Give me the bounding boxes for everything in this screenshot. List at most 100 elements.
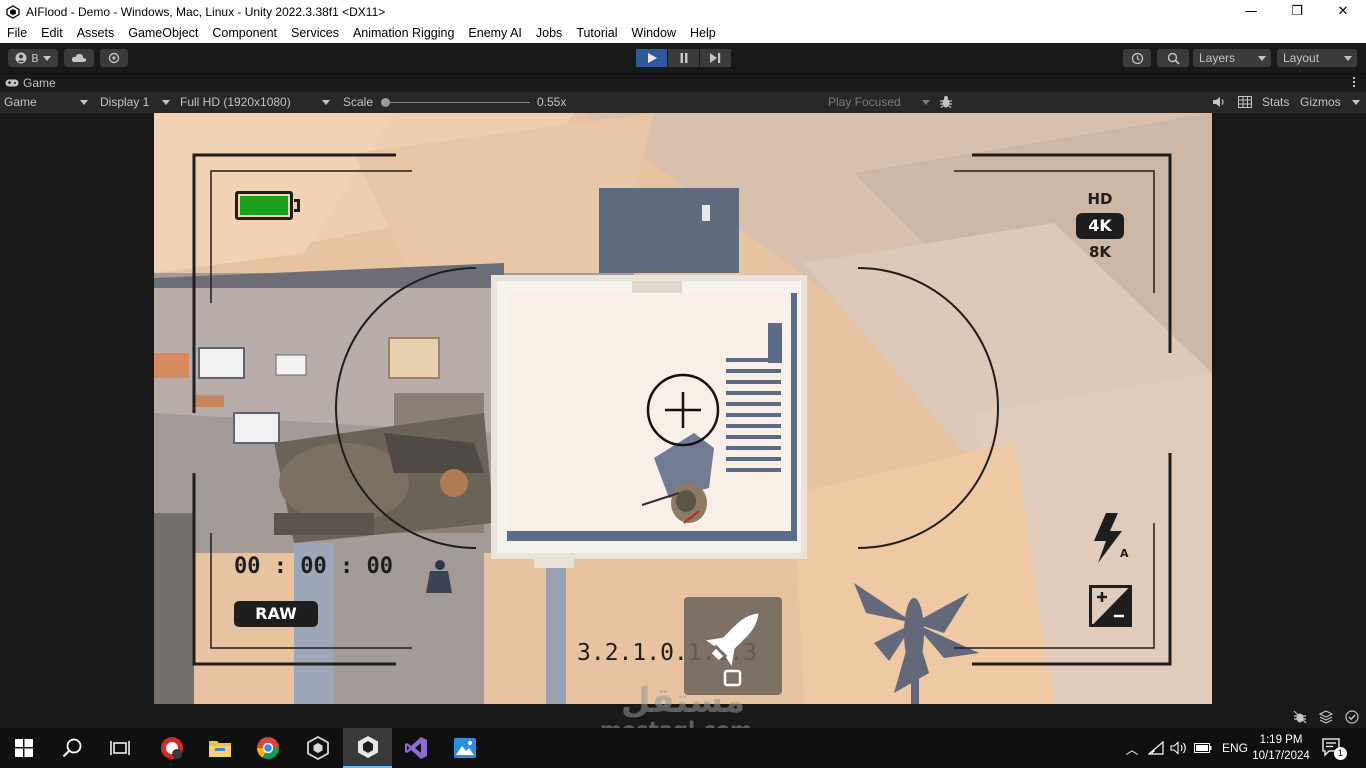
tab-game-label: Game bbox=[23, 76, 56, 90]
taskbar-app-photos[interactable] bbox=[441, 728, 489, 768]
photos-icon bbox=[454, 738, 476, 758]
language-indicator[interactable]: ENG bbox=[1222, 741, 1248, 755]
chevron-down-icon bbox=[162, 100, 170, 105]
menu-file[interactable]: File bbox=[0, 26, 34, 40]
history-button[interactable] bbox=[1123, 49, 1151, 67]
close-button[interactable]: ✕ bbox=[1320, 0, 1366, 23]
tab-game[interactable]: Game bbox=[5, 76, 56, 90]
start-button[interactable] bbox=[0, 728, 48, 768]
quality-4k-selected: 4K bbox=[1076, 213, 1124, 239]
account-icon bbox=[15, 52, 27, 64]
menu-assets[interactable]: Assets bbox=[70, 26, 122, 40]
taskbar-app-explorer[interactable] bbox=[196, 728, 244, 768]
menu-jobs[interactable]: Jobs bbox=[529, 26, 569, 40]
volume-icon[interactable] bbox=[1170, 741, 1188, 755]
menu-component[interactable]: Component bbox=[205, 26, 284, 40]
task-view-icon bbox=[110, 741, 130, 755]
settings-icon bbox=[108, 52, 120, 64]
stats-grid-icon[interactable] bbox=[1238, 96, 1252, 108]
menu-gameobject[interactable]: GameObject bbox=[121, 26, 205, 40]
window-titlebar: AIFlood - Demo - Windows, Mac, Linux - U… bbox=[0, 0, 1366, 23]
quality-8k: 8K bbox=[1088, 243, 1112, 261]
account-label: B bbox=[31, 51, 39, 65]
unity-editor-icon bbox=[357, 736, 378, 758]
taskbar-app-chrome[interactable] bbox=[244, 728, 292, 768]
system-tray: ︿ ENG bbox=[1122, 728, 1248, 768]
window-title: AIFlood - Demo - Windows, Mac, Linux - U… bbox=[26, 4, 386, 19]
notifications-button[interactable]: 1 bbox=[1322, 738, 1347, 760]
gizmos-dropdown[interactable]: Gizmos bbox=[1300, 95, 1362, 109]
scale-slider-track[interactable] bbox=[384, 102, 530, 103]
taskbar-app-unity-hub[interactable] bbox=[294, 728, 342, 768]
gizmos-label: Gizmos bbox=[1300, 95, 1341, 109]
display-label: Display 1 bbox=[100, 95, 150, 109]
layers-label: Layers bbox=[1199, 51, 1236, 65]
display-dropdown[interactable]: Display 1 bbox=[100, 95, 172, 109]
play-icon bbox=[647, 53, 657, 63]
stats-button[interactable]: Stats bbox=[1262, 95, 1289, 109]
menu-bar: File Edit Assets GameObject Component Se… bbox=[0, 23, 1366, 43]
taskbar-app-visual-studio[interactable] bbox=[392, 728, 440, 768]
layers-dropdown[interactable]: Layers bbox=[1193, 49, 1271, 67]
gamepad-icon bbox=[5, 79, 19, 87]
raw-badge: RAW bbox=[234, 601, 318, 627]
watermark-arabic: مستقل bbox=[620, 681, 746, 721]
step-icon bbox=[710, 53, 721, 63]
collab-button[interactable] bbox=[100, 49, 128, 67]
task-view-button[interactable] bbox=[96, 728, 144, 768]
taskbar-clock[interactable]: 1:19 PM 10/17/2024 bbox=[1246, 732, 1316, 764]
search-button[interactable] bbox=[1157, 49, 1189, 67]
play-controls bbox=[636, 49, 732, 67]
chevron-down-icon bbox=[1352, 100, 1360, 105]
windows-taskbar: ︿ ENG 1:19 PM 10/17/2024 1 bbox=[0, 728, 1366, 768]
layout-label: Layout bbox=[1283, 51, 1320, 65]
search-taskbar-button[interactable] bbox=[48, 728, 96, 768]
game-view[interactable]: HD 4K 8K 00 : 00 : 00 RAW 3.2.1.0.1.2.3 … bbox=[154, 113, 1212, 704]
scale-label: Scale bbox=[343, 95, 374, 109]
view-mode-label: Game bbox=[4, 95, 37, 109]
menu-edit[interactable]: Edit bbox=[34, 26, 70, 40]
menu-enemy-ai[interactable]: Enemy AI bbox=[461, 26, 529, 40]
history-icon bbox=[1131, 52, 1143, 64]
resolution-dropdown[interactable]: Full HD (1920x1080) bbox=[180, 95, 334, 109]
pause-icon bbox=[680, 53, 687, 63]
cloud-button[interactable] bbox=[64, 49, 94, 67]
clock-date: 10/17/2024 bbox=[1252, 750, 1310, 762]
clock-time: 1:19 PM bbox=[1259, 734, 1303, 746]
cloud-icon bbox=[71, 53, 87, 62]
menu-window[interactable]: Window bbox=[625, 26, 683, 40]
game-tab-bar: Game bbox=[0, 73, 1366, 92]
folder-icon bbox=[209, 741, 231, 757]
maximize-button[interactable]: ❐ bbox=[1274, 0, 1320, 23]
view-mode-dropdown[interactable]: Game bbox=[4, 95, 90, 109]
bug-icon[interactable] bbox=[939, 95, 953, 109]
taskbar-app-unity-editor[interactable] bbox=[343, 728, 392, 768]
scale-slider-handle[interactable] bbox=[381, 98, 390, 107]
layers-stack-icon[interactable] bbox=[1319, 710, 1333, 724]
chevron-down-icon bbox=[322, 100, 330, 105]
chevron-up-icon[interactable]: ︿ bbox=[1122, 739, 1142, 758]
pause-button[interactable] bbox=[668, 49, 699, 67]
step-button[interactable] bbox=[700, 49, 731, 67]
network-icon[interactable] bbox=[1148, 741, 1164, 755]
audio-icon[interactable] bbox=[1212, 96, 1226, 108]
taskbar-app-record[interactable] bbox=[148, 728, 196, 768]
minimize-button[interactable]: — bbox=[1228, 0, 1274, 23]
play-focused-dropdown[interactable]: Play Focused bbox=[828, 95, 932, 109]
menu-tutorial[interactable]: Tutorial bbox=[569, 26, 624, 40]
account-dropdown[interactable]: B bbox=[8, 49, 58, 67]
play-button[interactable] bbox=[636, 49, 667, 67]
menu-animation-rigging[interactable]: Animation Rigging bbox=[346, 26, 461, 40]
check-circle-icon[interactable] bbox=[1345, 710, 1359, 724]
chevron-down-icon bbox=[42, 55, 51, 61]
layout-dropdown[interactable]: Layout bbox=[1277, 49, 1357, 67]
quality-hd: HD bbox=[1087, 190, 1113, 208]
search-icon bbox=[62, 738, 82, 758]
notification-count-badge: 1 bbox=[1334, 747, 1347, 760]
more-options-icon[interactable] bbox=[1353, 77, 1356, 89]
exposure-compensation-icon bbox=[1089, 585, 1132, 627]
battery-icon[interactable] bbox=[1194, 743, 1212, 753]
menu-help[interactable]: Help bbox=[683, 26, 723, 40]
debug-bug-icon[interactable] bbox=[1293, 710, 1307, 724]
menu-services[interactable]: Services bbox=[284, 26, 346, 40]
